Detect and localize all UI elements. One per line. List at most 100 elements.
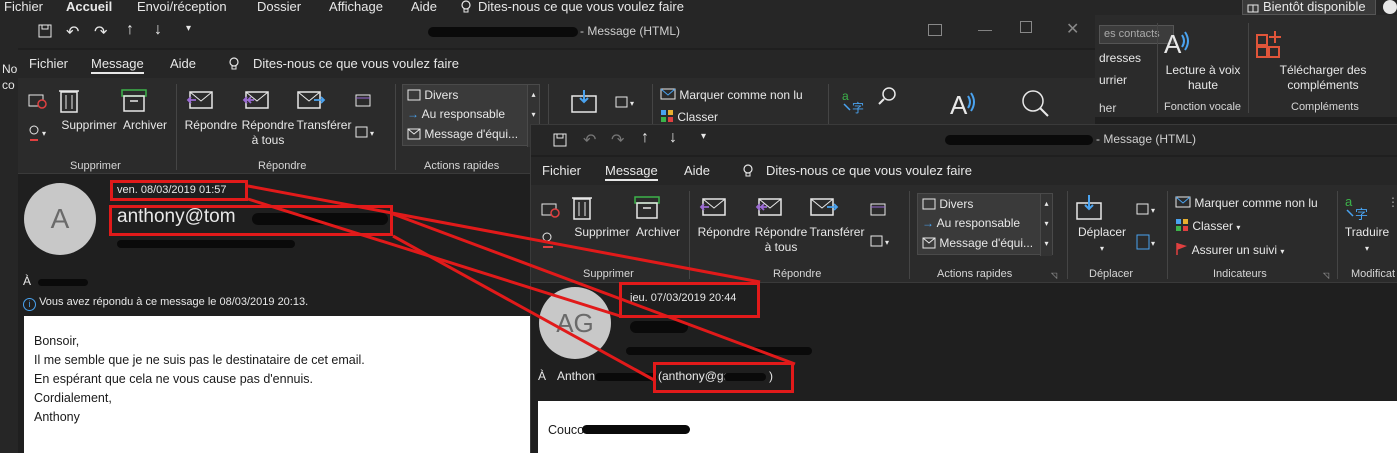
win1-tell-me[interactable]: Dites-nous ce que vous voulez faire [253,56,459,71]
address-book-fragment[interactable]: dresses [1099,51,1141,65]
win1-classify-button[interactable]: Classer [660,109,718,124]
coming-soon-toggle[interactable]: Bientôt disponible [1242,0,1376,15]
win2-tell-me[interactable]: Dites-nous ce que vous voulez faire [766,163,972,178]
win1-mark-unread-button[interactable]: Marquer comme non lu [660,87,803,102]
rules-icon[interactable]: ▾ [1135,201,1161,217]
win2-translate-button[interactable]: a字 Traduire ▾ [1343,193,1391,256]
junk-icon[interactable] [541,231,561,249]
customize-qat-icon[interactable]: ▾ [701,131,706,142]
arrow-down-icon[interactable]: ↓ [669,129,677,147]
win1-archive-button[interactable]: Archiver [120,86,170,133]
more-respond-icon[interactable]: ▾ [869,233,895,249]
win1-reply-button[interactable]: Répondre [184,86,238,133]
main-menu-fichier[interactable]: Fichier [4,0,43,14]
quick-step-divers[interactable]: Divers [407,88,458,102]
main-tell-me[interactable]: Dites-nous ce que vous voulez faire [478,0,684,14]
win2-tab-aide[interactable]: Aide [684,163,710,178]
win2-message-body[interactable]: Couco [538,401,1397,453]
save-icon[interactable] [553,133,567,147]
undo-icon[interactable]: ↶ [66,22,79,42]
redacted-body [582,425,690,434]
save-icon[interactable] [38,24,52,38]
group-separator [1167,191,1168,279]
quick-steps-scroll[interactable]: ▴▾▾ [1040,194,1052,256]
move-icon[interactable] [570,88,598,114]
highlight-box-win1-date [110,180,248,201]
get-addins-button[interactable]: Télécharger des compléments [1253,27,1393,93]
quick-step-manager[interactable]: → Au responsable [407,107,505,121]
quick-step-team[interactable]: Message d'équi... [407,127,518,141]
main-menu-aide[interactable]: Aide [411,0,437,14]
redacted-subject [945,135,1093,145]
rules-icon[interactable]: ▾ [614,94,640,110]
customize-qat-icon[interactable]: ▾ [186,23,191,34]
redo-icon[interactable]: ↷ [94,22,107,42]
arrow-down-icon[interactable]: ↓ [154,21,162,39]
win2-reply-all-button[interactable]: Répondre à tous [753,193,809,255]
win2-classify-button[interactable]: Classer ▾ [1175,218,1240,233]
win1-tab-fichier[interactable]: Fichier [29,56,68,71]
quick-step-team[interactable]: Message d'équi... [922,236,1033,250]
main-menu-affichage[interactable]: Affichage [329,0,383,14]
win1-tab-aide[interactable]: Aide [170,56,196,71]
dialog-launcher-icon[interactable]: ◹ [1051,271,1057,280]
svg-text:a: a [842,89,849,103]
ignore-icon[interactable] [541,201,561,219]
win2-move-button[interactable]: Déplacer ▾ [1075,193,1129,256]
close-icon[interactable]: ✕ [1066,19,1079,39]
meeting-reply-icon[interactable] [869,201,887,217]
win1-reply-all-button[interactable]: Répondre à tous [240,86,296,148]
win1-quick-steps-gallery[interactable]: Divers → Au responsable Message d'équi..… [402,84,540,147]
win1-forward-button[interactable]: Transférer [296,86,352,133]
win2-tab-message[interactable]: Message [605,163,658,181]
addins-group-label: Compléments [1291,101,1359,113]
win1-message-body[interactable]: Bonsoir, Il me semble que je ne suis pas… [24,316,532,453]
zoom-icon[interactable] [1020,88,1050,118]
win2-quick-steps-gallery[interactable]: Divers → Au responsable Message d'équi..… [917,193,1053,256]
toggle-knob-icon[interactable] [1383,0,1397,14]
translate-icon[interactable]: a字 [840,88,866,114]
undo-icon[interactable]: ↶ [583,130,596,150]
win2-archive-button[interactable]: Archiver [633,193,683,240]
reply-all-label-1: Répondre [754,225,808,239]
win2-follow-up-button[interactable]: Assurer un suivi ▾ [1175,242,1284,257]
meeting-reply-icon[interactable] [354,92,372,108]
win2-delete-button[interactable]: Supprimer [571,193,633,240]
dialog-launcher-icon[interactable]: ◹ [1323,271,1329,280]
read-aloud-button[interactable]: A Lecture à voix haute [1160,27,1246,93]
quick-step-manager[interactable]: → Au responsable [922,216,1020,230]
delete-label: Supprimer [574,225,630,239]
win1-delete-button[interactable]: Supprimer [58,86,120,133]
redo-icon[interactable]: ↷ [611,130,624,150]
more-respond-icon[interactable]: ▾ [354,124,380,140]
main-menu-envoi-reception[interactable]: Envoi/réception [137,0,227,14]
redacted-subject [428,27,578,37]
junk-icon[interactable]: ▾ [28,124,52,142]
search-icon[interactable] [878,86,898,106]
ignore-icon[interactable] [28,92,48,110]
ribbon-display-icon[interactable] [928,24,942,36]
quick-step-divers[interactable]: Divers [922,197,973,211]
archive-label: Archiver [635,225,680,239]
main-menu-dossier[interactable]: Dossier [257,0,301,14]
filter-mail-fragment[interactable]: urrier [1099,73,1127,87]
minimize-icon[interactable]: — [978,21,992,37]
arrow-up-icon[interactable]: ↑ [641,129,649,147]
win2-tab-fichier[interactable]: Fichier [542,163,581,178]
follow-up-dropdown-icon: ▾ [1280,247,1285,256]
more-icon[interactable]: ⋮ [1387,195,1397,209]
read-aloud-icon[interactable]: A [946,88,978,120]
win2-reply-button[interactable]: Répondre [697,193,751,240]
win2-forward-button[interactable]: Transférer [809,193,865,240]
win1-tab-message[interactable]: Message [91,56,144,74]
onenote-icon[interactable]: ▾ [1135,233,1161,251]
win2-to-name[interactable]: Anthon [557,369,595,383]
group-separator [395,84,396,170]
win2-modify-group-label: Modificat [1351,268,1396,280]
maximize-icon[interactable] [1020,21,1032,33]
win2-mark-unread-button[interactable]: Marquer comme non lu [1175,195,1318,210]
arrow-up-icon[interactable]: ↑ [126,21,134,39]
main-menu-accueil[interactable]: Accueil [66,0,112,14]
follow-up-label: Assurer un suivi [1191,243,1278,257]
svg-text:▾: ▾ [370,129,374,138]
